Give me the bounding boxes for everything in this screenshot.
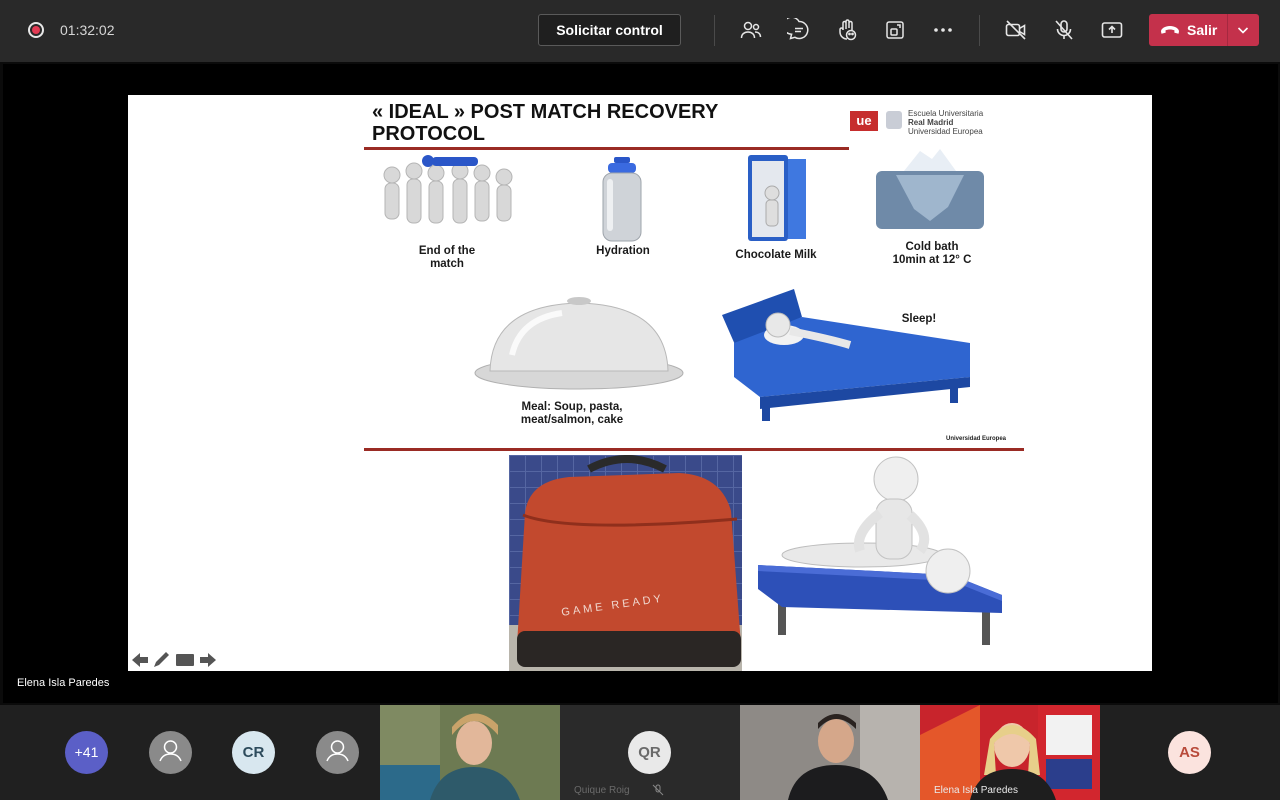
breakout-rooms-icon[interactable] — [883, 18, 907, 42]
water-bottle-image — [602, 157, 642, 242]
end-of-match-label: End of the match — [418, 245, 476, 270]
participant-strip: +41 CR QR Quique Roig Elena Isla Paredes… — [0, 705, 1280, 800]
presenter-name: Elena Isla Paredes — [17, 677, 110, 689]
camera-off-icon[interactable] — [1004, 18, 1028, 42]
reactions-icon[interactable] — [835, 18, 859, 42]
ue-logo: ue — [850, 111, 878, 131]
bed-sleep-image — [722, 289, 970, 421]
game-ready-bag-image: GAME READY — [509, 455, 742, 671]
participant-avatar-as[interactable]: AS — [1168, 731, 1211, 774]
logo-text: Escuela Universitaria Real Madrid Univer… — [908, 109, 984, 136]
participants-icon[interactable] — [739, 18, 763, 42]
leave-button[interactable]: Salir — [1149, 14, 1259, 46]
university-logo: ue Escuela Universitaria Real Madrid Uni… — [850, 109, 1020, 136]
chevron-down-icon[interactable] — [1235, 22, 1251, 38]
recovery-protocol-slide: « IDEAL » POST MATCH RECOVERY PROTOCOL u… — [364, 95, 1024, 455]
participant-tile-qr[interactable]: QR Quique Roig — [560, 705, 740, 800]
cold-bath-label: Cold bath 10min at 12° C — [892, 241, 972, 266]
request-control-button[interactable]: Solicitar control — [538, 14, 681, 46]
person-icon — [159, 740, 182, 762]
participant-video-tile[interactable] — [380, 705, 560, 800]
participant-video-tile-presenter[interactable]: Elena Isla Paredes — [920, 705, 1100, 800]
participant-name: Elena Isla Paredes — [934, 785, 1018, 796]
iceberg-image — [876, 149, 984, 229]
chocolate-milk-label: Chocolate Milk — [735, 249, 817, 261]
meeting-timer: 01:32:02 — [60, 22, 115, 38]
leave-divider — [1227, 14, 1228, 46]
previous-slide-icon — [132, 653, 148, 667]
toolbar-divider — [979, 15, 980, 46]
leave-label: Salir — [1187, 22, 1218, 38]
recording-icon — [28, 22, 44, 38]
real-madrid-crest-icon — [886, 111, 902, 129]
participant-avatar[interactable] — [149, 731, 192, 774]
sleep-label: Sleep! — [901, 313, 937, 325]
fridge-image — [748, 155, 806, 241]
toolbar-divider — [714, 15, 715, 46]
massage-table-image — [742, 455, 1024, 671]
hydration-label: Hydration — [596, 245, 650, 257]
meal-cloche-image — [474, 297, 684, 390]
more-options-icon[interactable] — [931, 18, 955, 42]
title-rule — [364, 147, 849, 150]
slide-footer: Universidad Europea — [946, 436, 1007, 442]
person-icon — [326, 740, 349, 762]
bottom-rule — [364, 448, 1024, 451]
slide-menu-icon — [176, 654, 194, 666]
meeting-toolbar: 01:32:02 Solicitar control Salir — [0, 0, 1280, 62]
mic-off-icon — [652, 784, 664, 796]
slide-title-line2: PROTOCOL — [372, 123, 485, 145]
slide-title-line1: « IDEAL » POST MATCH RECOVERY — [372, 101, 719, 123]
share-screen-icon[interactable] — [1100, 18, 1124, 42]
participant-avatar-cr[interactable]: CR — [232, 731, 275, 774]
slide-title: « IDEAL » POST MATCH RECOVERY PROTOCOL — [372, 101, 718, 145]
phone-hangup-icon — [1161, 26, 1179, 34]
chat-icon[interactable] — [782, 16, 811, 42]
more-participants-button[interactable]: +41 — [65, 731, 108, 774]
participant-avatar[interactable] — [316, 731, 359, 774]
next-slide-icon — [200, 653, 216, 667]
meal-label: Meal: Soup, pasta, meat/salmon, cake — [520, 401, 624, 426]
participant-video-tile[interactable] — [740, 705, 920, 800]
shared-slide: « IDEAL » POST MATCH RECOVERY PROTOCOL u… — [128, 95, 1152, 671]
slide-navigation[interactable] — [130, 651, 218, 669]
mic-off-icon[interactable] — [1052, 18, 1076, 42]
participant-name: Quique Roig — [574, 785, 630, 796]
crowd-celebration-image — [383, 155, 513, 224]
participant-avatar-qr: QR — [628, 731, 671, 774]
pen-icon — [154, 652, 169, 667]
